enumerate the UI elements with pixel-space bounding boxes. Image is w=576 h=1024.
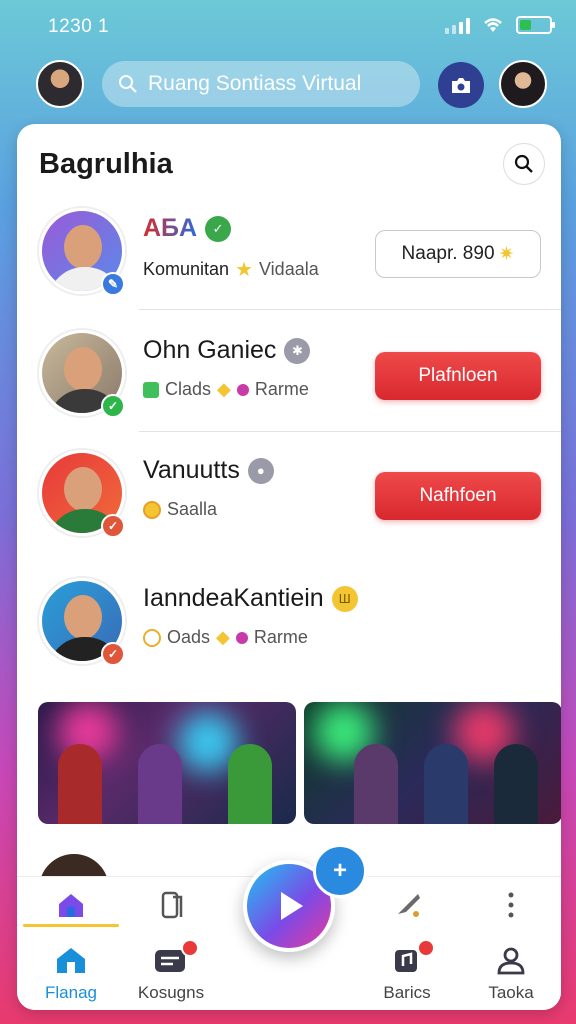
person-icon bbox=[461, 943, 561, 977]
divider bbox=[139, 309, 561, 310]
row-name-text: AБA bbox=[143, 214, 198, 242]
check-badge-icon: ✓ bbox=[101, 514, 125, 538]
more-icon[interactable] bbox=[493, 887, 529, 923]
nav-label: Kosugns bbox=[137, 983, 205, 1002]
nav-item-profile[interactable]: Taoka bbox=[461, 943, 561, 1003]
notification-badge-icon bbox=[181, 939, 199, 957]
notification-badge-icon bbox=[417, 939, 435, 957]
home-icon[interactable] bbox=[53, 887, 89, 923]
row-action-button[interactable]: Naapr. 890 ✷ bbox=[375, 230, 541, 278]
row-sub-text-2: Rarme bbox=[254, 379, 309, 399]
list-item[interactable]: ✓ Ohn Ganiec ✱ Clads ◆ Rarme Plafnloen bbox=[17, 312, 561, 432]
add-button[interactable]: + bbox=[313, 844, 367, 898]
row-name-text: Ohn Ganiec bbox=[143, 336, 277, 364]
list-item[interactable]: ✓ IanndeaKantiein Ш Oads ◆ Rarme bbox=[17, 560, 561, 680]
group-icon: ✱ bbox=[284, 337, 311, 364]
row-sub-text: Oads bbox=[167, 627, 211, 647]
page-title: Bagrulhia bbox=[39, 148, 173, 180]
camera-icon bbox=[452, 78, 470, 93]
row-subtitle: Clads ◆ Rarme bbox=[143, 379, 309, 400]
tag-icon bbox=[143, 628, 161, 647]
tag-icon bbox=[143, 381, 159, 398]
row-name-text: IanndeaKantiein bbox=[143, 584, 324, 612]
row-name: Vanuutts ● bbox=[143, 456, 274, 485]
row-subtitle: Saalla bbox=[143, 499, 217, 520]
check-badge-icon: ✓ bbox=[101, 642, 125, 666]
tool-icon[interactable] bbox=[391, 887, 427, 923]
row-sub-text-2: Vidaala bbox=[259, 259, 319, 279]
star-icon: ★ bbox=[235, 259, 253, 281]
button-label: Nafhfoen bbox=[419, 485, 497, 506]
status-time: 1230 1 bbox=[48, 16, 110, 37]
message-icon bbox=[121, 939, 221, 977]
row-action-button[interactable]: Nafhfoen bbox=[375, 472, 541, 520]
row-subtitle: Komunitan ★ Vidaala bbox=[143, 257, 319, 282]
list-item[interactable]: ✎ AБA ✓ Komunitan ★ Vidaala Naapr. 890 ✷ bbox=[17, 190, 561, 310]
nav-item-messages[interactable]: Kosugns bbox=[121, 939, 221, 1003]
nav-label: Flanag bbox=[45, 983, 97, 1002]
button-label: Plafnloen bbox=[418, 365, 498, 386]
row-sub-text: Saalla bbox=[167, 499, 218, 519]
row-sub-text: Komunitan bbox=[143, 259, 230, 279]
document-icon[interactable] bbox=[155, 887, 191, 923]
row-name: Ohn Ganiec ✱ bbox=[143, 336, 311, 365]
search-bar[interactable]: Ruang Sontiass Virtual bbox=[102, 61, 420, 107]
photo-gallery bbox=[38, 702, 561, 824]
diamond-icon: ◆ bbox=[217, 379, 231, 399]
row-subtitle: Oads ◆ Rarme bbox=[143, 627, 308, 648]
status-icons bbox=[445, 16, 555, 34]
check-badge-icon: ✓ bbox=[101, 394, 125, 418]
badge-icon: Ш bbox=[331, 585, 358, 612]
row-action-button[interactable]: Plafnloen bbox=[375, 352, 541, 400]
active-tab-indicator bbox=[23, 924, 119, 927]
person-icon: ● bbox=[247, 457, 274, 484]
nav-item-music[interactable]: Barics bbox=[357, 939, 457, 1003]
search-icon bbox=[119, 75, 137, 93]
signal-icon bbox=[445, 16, 470, 34]
party-photo[interactable] bbox=[304, 702, 561, 824]
camera-button[interactable] bbox=[438, 62, 484, 108]
emoji-icon bbox=[143, 500, 161, 519]
verified-icon: ✓ bbox=[205, 215, 232, 242]
nav-label: Barics bbox=[383, 983, 431, 1002]
home-icon bbox=[21, 943, 121, 977]
row-name: AБA ✓ bbox=[143, 214, 232, 243]
sparkle-icon: ✷ bbox=[498, 243, 515, 265]
row-name: IanndeaKantiein Ш bbox=[143, 584, 358, 613]
dot-icon bbox=[235, 631, 248, 644]
row-sub-text-2: Rarme bbox=[253, 627, 308, 647]
row-name-text: Vanuutts bbox=[143, 456, 240, 484]
user-avatar[interactable] bbox=[499, 60, 547, 108]
dot-icon bbox=[236, 383, 249, 396]
button-label: Naapr. 890 bbox=[401, 243, 495, 264]
search-placeholder: Ruang Sontiass Virtual bbox=[148, 72, 362, 95]
search-icon bbox=[514, 154, 533, 173]
main-card: Bagrulhia ✎ AБA ✓ Komunitan ★ Vidaala Na… bbox=[17, 124, 561, 1010]
wifi-icon bbox=[484, 18, 502, 32]
nav-label: Taoka bbox=[488, 983, 534, 1002]
list-item[interactable]: ✓ Vanuutts ● Saalla Nafhfoen bbox=[17, 432, 561, 552]
row-sub-text: Clads bbox=[165, 379, 212, 399]
header: Ruang Sontiass Virtual bbox=[0, 60, 576, 110]
nav-item-home[interactable]: Flanag bbox=[21, 943, 121, 1003]
music-icon bbox=[357, 939, 457, 977]
profile-avatar[interactable] bbox=[36, 60, 84, 108]
battery-icon bbox=[516, 16, 555, 34]
diamond-icon: ◆ bbox=[216, 627, 230, 647]
play-icon bbox=[281, 892, 303, 920]
edit-badge-icon: ✎ bbox=[101, 272, 125, 296]
status-bar: 1230 1 bbox=[0, 0, 576, 50]
card-search-button[interactable] bbox=[503, 143, 545, 185]
party-photo[interactable] bbox=[38, 702, 296, 824]
add-icon: + bbox=[332, 857, 347, 884]
